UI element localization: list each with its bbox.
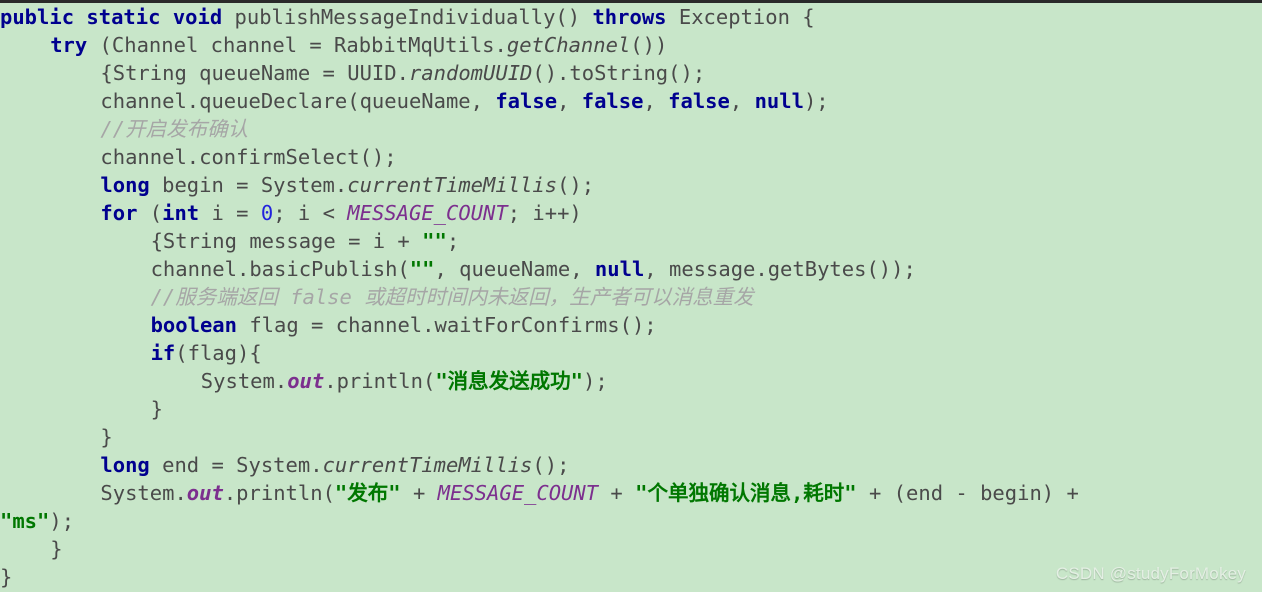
code-line: } xyxy=(0,535,1262,563)
code-token-plain: flag = channel.waitForConfirms(); xyxy=(237,313,657,337)
code-token-plain: end = System. xyxy=(149,453,323,477)
code-line: } xyxy=(0,395,1262,423)
code-token-plain: + xyxy=(598,481,636,505)
code-token-meth: randomUUID xyxy=(408,61,533,85)
code-token-kw: false xyxy=(581,89,644,113)
code-token-const: MESSAGE_COUNT xyxy=(347,201,508,225)
code-token-plain: ); xyxy=(583,369,608,393)
code-line: try (Channel channel = RabbitMqUtils.get… xyxy=(0,31,1262,59)
code-line: channel.queueDeclare(queueName, false, f… xyxy=(0,87,1262,115)
code-token-kw: false xyxy=(668,89,730,113)
code-token-plain: channel.queueDeclare(queueName, xyxy=(100,89,496,113)
code-line: //服务端返回 false 或超时时间内未返回，生产者可以消息重发 xyxy=(0,283,1262,311)
code-line: System.out.println("消息发送成功"); xyxy=(0,367,1262,395)
code-token-plain: (flag){ xyxy=(175,341,262,365)
code-token-kw: null xyxy=(594,257,645,281)
code-line: //开启发布确认 xyxy=(0,115,1262,143)
code-token-kw: false xyxy=(495,89,558,113)
code-token-num: 0 xyxy=(260,201,274,225)
code-token-plain: i = xyxy=(199,201,261,225)
code-line: {String message = i + ""; xyxy=(0,227,1262,255)
code-token-plain: (); xyxy=(557,173,595,197)
code-token-plain: channel.confirmSelect(); xyxy=(100,145,397,169)
code-token-meth: getChannel xyxy=(506,33,631,57)
code-token-plain: ; xyxy=(446,229,460,253)
code-line: channel.basicPublish("", queueName, null… xyxy=(0,255,1262,283)
code-line: if(flag){ xyxy=(0,339,1262,367)
code-token-kw: if xyxy=(150,341,176,365)
code-token-kw: boolean xyxy=(150,313,237,337)
code-token-plain: ( xyxy=(137,201,163,225)
code-token-plain: ); xyxy=(49,509,75,533)
code-token-kw: public xyxy=(0,5,75,29)
code-line: boolean flag = channel.waitForConfirms()… xyxy=(0,311,1262,339)
code-token-field: out xyxy=(287,369,325,393)
code-token-plain: , message.getBytes()); xyxy=(644,257,916,281)
code-token-str: "ms" xyxy=(0,509,50,533)
code-token-str: "发布" xyxy=(334,481,401,505)
code-token-plain: ; i < xyxy=(273,201,348,225)
code-token-cmt: //服务端返回 false 或超时时间内未返回，生产者可以消息重发 xyxy=(150,285,754,309)
code-token-field: out xyxy=(186,481,224,505)
code-token-plain: {String message = i + xyxy=(150,229,423,253)
code-token-kw: static xyxy=(86,5,161,29)
code-token-plain: System. xyxy=(200,369,288,393)
code-token-plain: ()) xyxy=(630,33,668,57)
code-token-kw: long xyxy=(100,173,150,197)
code-token-plain: ); xyxy=(803,89,829,113)
code-token-cmt: //开启发布确认 xyxy=(100,117,249,141)
code-token-plain: begin = System. xyxy=(149,173,348,197)
code-token-str: "" xyxy=(409,257,435,281)
code-token-plain: + xyxy=(400,481,438,505)
code-token-kw: try xyxy=(50,33,88,57)
code-token-plain: .println( xyxy=(223,481,335,505)
code-token-kw: void xyxy=(172,5,223,29)
code-token-str: "" xyxy=(422,229,447,253)
csdn-watermark: CSDN @studyForMokey xyxy=(1055,564,1246,583)
code-token-kw: for xyxy=(100,201,138,225)
code-line: System.out.println("发布" + MESSAGE_COUNT … xyxy=(0,479,1262,507)
code-line: "ms"); xyxy=(0,507,1262,535)
code-line: {String queueName = UUID.randomUUID().to… xyxy=(0,59,1262,87)
code-token-plain: {String queueName = UUID. xyxy=(100,61,409,85)
code-token-plain: System. xyxy=(100,481,187,505)
code-token-plain: (); xyxy=(532,453,570,477)
code-token-plain: } xyxy=(100,425,113,449)
code-token-plain: ; i++) xyxy=(507,201,582,225)
code-token-plain: , xyxy=(557,89,582,113)
code-line: } xyxy=(0,423,1262,451)
code-token-kw: int xyxy=(162,201,200,225)
code-token-plain: (Channel channel = RabbitMqUtils. xyxy=(87,33,507,57)
code-token-kw: null xyxy=(754,89,804,113)
code-token-plain: } xyxy=(50,537,63,561)
code-token-meth: currentTimeMillis xyxy=(347,173,558,197)
code-token-plain: } xyxy=(150,397,163,421)
code-line: for (int i = 0; i < MESSAGE_COUNT; i++) xyxy=(0,199,1262,227)
code-token-plain: } xyxy=(0,565,13,589)
code-token-plain: .println( xyxy=(324,369,436,393)
code-token-plain: , xyxy=(729,89,755,113)
code-token-str: "消息发送成功" xyxy=(435,369,584,393)
code-token-plain: , queueName, xyxy=(434,257,595,281)
code-line: public static void publishMessageIndivid… xyxy=(0,3,1262,31)
code-line: long end = System.currentTimeMillis(); xyxy=(0,451,1262,479)
code-token-meth: currentTimeMillis xyxy=(322,453,533,477)
code-line: long begin = System.currentTimeMillis(); xyxy=(0,171,1262,199)
code-token-plain: , xyxy=(643,89,669,113)
code-token-const: MESSAGE_COUNT xyxy=(437,481,599,505)
code-token-kw: long xyxy=(100,453,150,477)
code-token-plain: ().toString(); xyxy=(532,61,706,85)
code-token-kw: throws xyxy=(592,5,667,29)
code-line: channel.confirmSelect(); xyxy=(0,143,1262,171)
code-token-plain: + (end - begin) + xyxy=(856,481,1092,505)
code-lines-container[interactable]: public static void publishMessageIndivid… xyxy=(0,3,1262,591)
code-token-str: "个单独确认消息,耗时" xyxy=(635,481,857,505)
code-token-plain: publishMessageIndividually() xyxy=(222,5,593,29)
code-token-plain: channel.basicPublish( xyxy=(150,257,410,281)
code-token-plain: Exception { xyxy=(666,5,815,29)
code-snippet-panel: public static void publishMessageIndivid… xyxy=(0,0,1262,592)
